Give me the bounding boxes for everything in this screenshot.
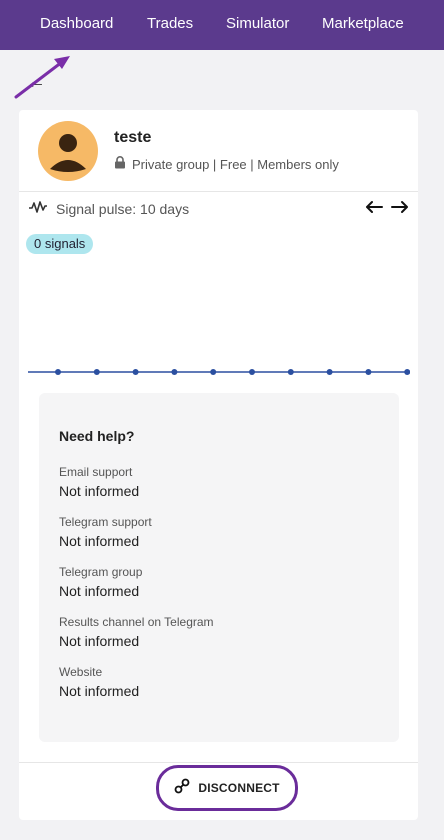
arrow-right-icon: [391, 200, 409, 219]
chart-point: [249, 369, 255, 375]
signal-pulse-row: Signal pulse: 10 days: [28, 199, 410, 219]
divider: [19, 191, 418, 192]
signals-count-badge: 0 signals: [26, 234, 94, 254]
help-item-results-channel: Results channel on Telegram Not informed: [59, 615, 214, 649]
chart-point: [210, 369, 217, 375]
help-box: Need help? Email support Not informed Te…: [39, 393, 399, 742]
chart-point: [55, 369, 61, 375]
signal-pulse-chart: [28, 369, 410, 375]
disconnect-label: DISCONNECT: [198, 781, 280, 795]
help-item-label: Telegram group: [59, 565, 143, 579]
help-item-value: Not informed: [59, 483, 140, 499]
prev-period-button[interactable]: [364, 199, 384, 219]
help-item-telegram-group: Telegram group Not informed: [59, 565, 142, 599]
disconnect-button[interactable]: DISCONNECT: [156, 765, 298, 811]
top-nav: Dashboard Trades Simulator Marketplace: [0, 0, 444, 50]
help-title: Need help?: [59, 428, 135, 444]
help-item-label: Telegram support: [59, 515, 152, 529]
help-item-label: Results channel on Telegram: [59, 615, 214, 629]
chart-point: [365, 369, 372, 375]
group-card: teste Private group | Free | Members onl…: [19, 110, 418, 820]
signal-pulse-label: Signal pulse: 10 days: [56, 201, 190, 217]
help-item-label: Website: [59, 665, 103, 679]
help-item-email: Email support Not informed: [59, 465, 139, 499]
group-meta: Private group | Free | Members only: [114, 156, 339, 172]
help-item-value: Not informed: [59, 633, 140, 649]
chart-point: [287, 369, 294, 375]
link-icon: [174, 778, 190, 799]
user-avatar-icon: [38, 121, 98, 181]
help-item-value: Not informed: [59, 533, 140, 549]
help-item-website: Website Not informed: [59, 665, 139, 699]
help-item-value: Not informed: [59, 683, 140, 699]
help-item-telegram-support: Telegram support Not informed: [59, 515, 152, 549]
chart-point: [171, 369, 178, 375]
group-name: teste: [114, 129, 152, 146]
divider: [19, 762, 418, 763]
nav-link-trades[interactable]: Trades: [147, 0, 193, 50]
help-item-label: Email support: [59, 465, 133, 479]
nav-link-simulator[interactable]: Simulator: [226, 0, 289, 50]
next-period-button[interactable]: [390, 199, 410, 219]
lock-icon: [114, 156, 126, 172]
chart-point: [132, 369, 139, 375]
chart-point: [93, 369, 100, 375]
chart-point: [326, 369, 333, 375]
pulse-icon: [28, 199, 48, 220]
nav-link-marketplace[interactable]: Marketplace: [322, 0, 404, 50]
help-item-value: Not informed: [59, 583, 140, 599]
arrow-left-icon: [365, 200, 383, 219]
annotation-arrow-icon: [14, 56, 70, 99]
nav-link-dashboard[interactable]: Dashboard: [40, 0, 113, 50]
chart-point: [404, 369, 410, 375]
group-meta-text: Private group | Free | Members only: [132, 156, 339, 172]
